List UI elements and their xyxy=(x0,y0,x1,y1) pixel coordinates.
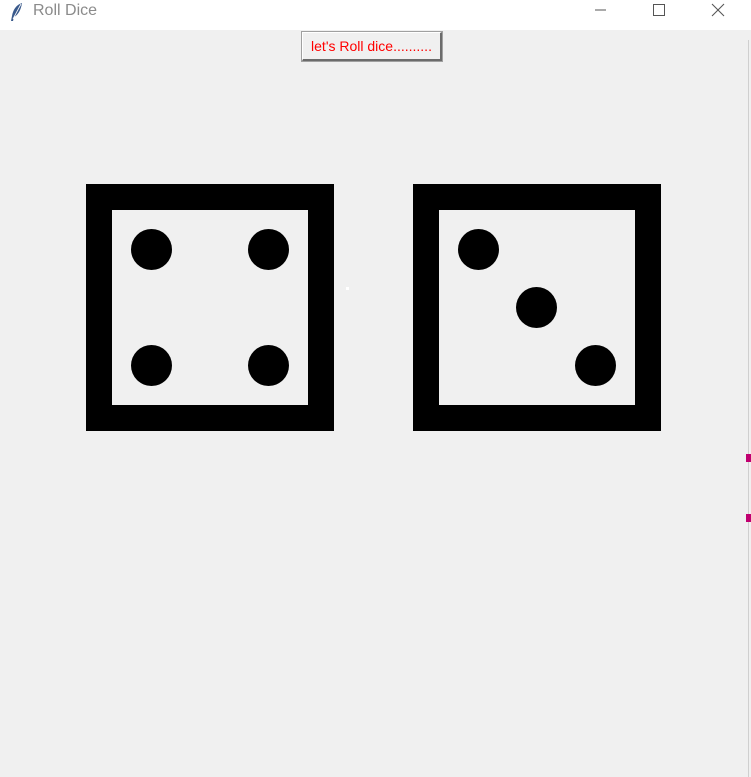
edge-marker xyxy=(746,454,751,462)
close-icon xyxy=(711,3,725,22)
edge-marker xyxy=(746,514,751,522)
die-pip xyxy=(458,229,499,270)
window-title: Roll Dice xyxy=(33,2,98,19)
separator-dot xyxy=(346,287,349,290)
title-bar[interactable]: Roll Dice xyxy=(0,0,751,30)
app-window: Roll Dice let's Roll dice.......... xyxy=(0,0,751,777)
maximize-icon xyxy=(653,3,665,21)
die-pip xyxy=(248,345,289,386)
minimize-button[interactable] xyxy=(572,0,630,24)
die-pip xyxy=(131,229,172,270)
close-button[interactable] xyxy=(689,0,747,24)
window-edge xyxy=(748,40,749,777)
die-1 xyxy=(86,184,334,431)
die-2 xyxy=(413,184,661,431)
maximize-button[interactable] xyxy=(630,0,688,24)
die-pip xyxy=(575,345,616,386)
die-pip xyxy=(248,229,289,270)
die-pip xyxy=(516,287,557,328)
roll-dice-button[interactable]: let's Roll dice.......... xyxy=(301,31,443,62)
minimize-icon xyxy=(595,3,607,21)
feather-icon xyxy=(7,2,27,22)
die-pip xyxy=(131,345,172,386)
